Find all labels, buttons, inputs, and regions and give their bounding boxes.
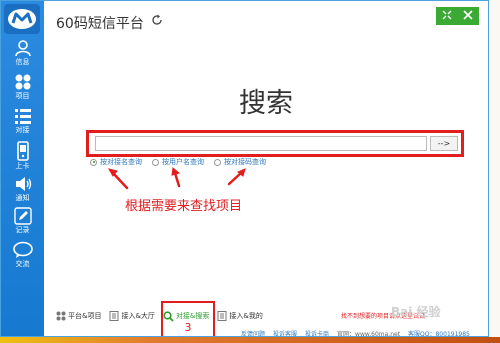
- sidebar-item-label: 信息: [15, 58, 30, 66]
- app-title: 60码短信平台: [56, 16, 144, 32]
- close-icon[interactable]: [463, 9, 473, 23]
- sidebar-item-label: 对接: [15, 126, 30, 134]
- sidebar-item-label: 上卡: [15, 162, 30, 170]
- radio-label: 按用户名查询: [162, 158, 204, 166]
- document-icon: [109, 311, 119, 321]
- window-controls: [436, 7, 479, 25]
- footer-website[interactable]: 官网：www.60ma.net: [337, 329, 400, 336]
- nav-access-hall[interactable]: 接入&大厅: [109, 311, 155, 321]
- search-highlight-frame: -->: [86, 130, 464, 157]
- sidebar-item-records[interactable]: 记录: [1, 207, 44, 234]
- edit-icon: [13, 207, 32, 225]
- annotation-text: 根据需要来查找项目: [125, 199, 243, 214]
- minimize-icon[interactable]: [442, 10, 452, 23]
- chat-icon: [12, 241, 33, 258]
- footer-link-complain-card[interactable]: 投诉卡商: [305, 329, 329, 336]
- list-icon: [14, 109, 31, 124]
- nav-label: 平台&项目: [68, 312, 102, 320]
- sidebar-item-upload-card[interactable]: 上卡: [1, 141, 44, 170]
- refresh-icon[interactable]: [151, 14, 163, 26]
- radio-by-dock-name[interactable]: 按对接名查询: [90, 157, 142, 167]
- sidebar-item-label: 交流: [15, 260, 30, 268]
- radio-label: 按对接码查询: [224, 158, 266, 166]
- nav-label: 接入&我的: [229, 312, 263, 320]
- grid-icon: [15, 74, 30, 90]
- logo-icon: [8, 9, 36, 29]
- phone-icon: [16, 141, 29, 161]
- search-button[interactable]: -->: [430, 136, 458, 151]
- radio-by-dock-code[interactable]: 按对接码查询: [214, 157, 266, 167]
- footer-qq[interactable]: 客服QQ：800191985: [408, 329, 470, 336]
- radio-dot[interactable]: [214, 158, 221, 166]
- nav-platform-projects[interactable]: 平台&项目: [56, 311, 101, 321]
- annotation-arrows: [107, 167, 246, 190]
- sidebar-item-projects[interactable]: 项目: [1, 73, 44, 100]
- footer-link-feedback[interactable]: 反馈问题: [241, 329, 265, 336]
- background-right-edge: [489, 0, 500, 343]
- sidebar-item-label: 通知: [15, 194, 30, 202]
- grid-icon: [56, 311, 66, 321]
- sidebar-item-label: 记录: [15, 226, 30, 234]
- search-input[interactable]: [95, 136, 427, 151]
- radio-label: 按对接名查询: [100, 158, 142, 166]
- app-logo: [4, 4, 40, 34]
- watermark: Bai 经验: [391, 305, 441, 319]
- sidebar-item-chat[interactable]: 交流: [1, 241, 44, 268]
- footer-link-complain-service[interactable]: 投诉客服: [273, 329, 297, 336]
- nav-label: 接入&大厅: [121, 312, 155, 320]
- nav-access-mine[interactable]: 接入&我的: [217, 311, 263, 321]
- document-icon: [217, 311, 227, 321]
- sidebar-item-notice[interactable]: 通知: [1, 175, 44, 202]
- sidebar-item-info[interactable]: 信息: [1, 39, 44, 66]
- page-heading: 搜索: [239, 88, 293, 119]
- step-number: 3: [184, 321, 192, 334]
- user-icon: [14, 40, 31, 57]
- background-bottom-edge: [0, 337, 500, 343]
- sidebar: 信息 项目 对接 上卡 通知 记录 交流: [1, 1, 44, 336]
- search-mode-options: 按对接名查询 按用户名查询 按对接码查询: [90, 157, 266, 167]
- radio-dot[interactable]: [90, 158, 97, 166]
- radio-dot[interactable]: [152, 158, 159, 166]
- app-window: 信息 项目 对接 上卡 通知 记录 交流 60码短信平台 搜索 --> 按对接名…: [0, 0, 489, 337]
- speaker-icon: [15, 177, 31, 191]
- footer: 反馈问题 投诉客服 投诉卡商 官网：www.60ma.net 客服QQ：8001…: [241, 329, 470, 336]
- bottom-nav: 平台&项目 接入&大厅 对接&搜索 接入&我的: [56, 310, 263, 322]
- radio-by-username[interactable]: 按用户名查询: [152, 157, 204, 167]
- sidebar-item-docking[interactable]: 对接: [1, 107, 44, 134]
- sidebar-item-label: 项目: [15, 92, 30, 100]
